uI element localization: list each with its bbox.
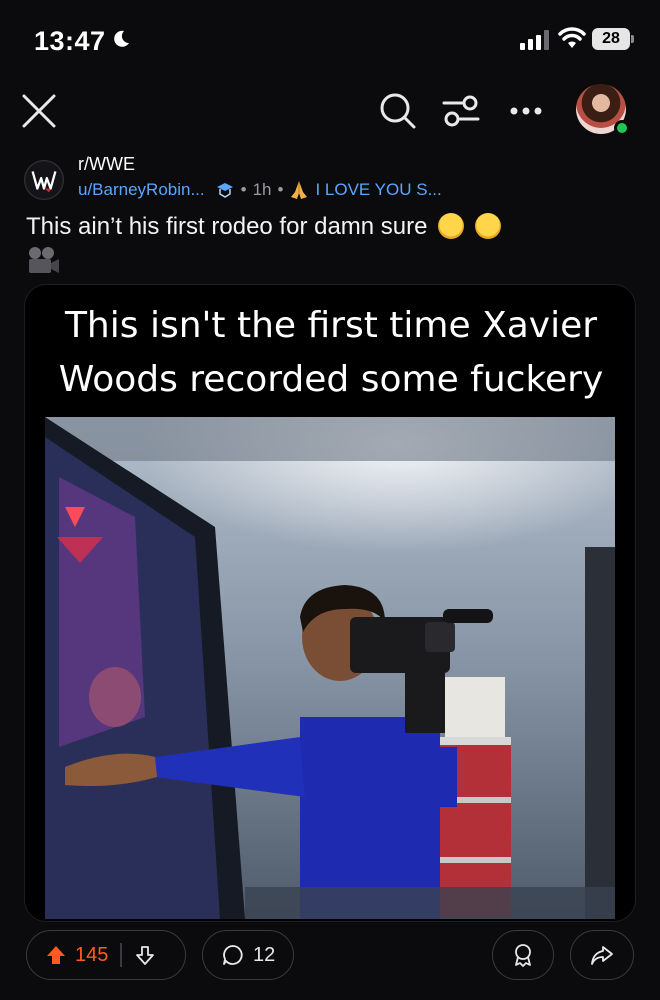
share-button[interactable] — [570, 930, 634, 980]
post-title-text: This ain’t his first rodeo for damn sure — [26, 213, 428, 240]
downvote-arrow-icon[interactable] — [134, 944, 156, 966]
post-title[interactable]: This ain’t his first rodeo for damn sure — [26, 212, 636, 276]
subreddit-icon[interactable] — [24, 160, 64, 200]
post-media[interactable]: This isn't the first time Xavier Woods r… — [24, 284, 636, 922]
crying-face-emoji-icon — [438, 213, 465, 239]
user-avatar-button[interactable] — [576, 84, 630, 138]
post-actions: 145 12 — [0, 930, 660, 982]
video-frame[interactable] — [45, 417, 615, 919]
comment-count: 12 — [253, 943, 276, 966]
online-status-dot — [614, 120, 630, 136]
post-toolbar — [0, 80, 660, 144]
share-arrow-icon — [591, 946, 613, 965]
comments-button[interactable]: 12 — [202, 930, 294, 980]
meta-separator: • — [277, 180, 284, 199]
post-meta: u/BarneyRobin... • 1h • I LOVE YOU S... — [78, 180, 442, 200]
media-caption-line: This isn't the first time Xavier — [64, 305, 598, 346]
user-flair: I LOVE YOU S... — [315, 180, 442, 199]
moon-icon — [114, 30, 129, 47]
tears-of-joy-emoji-icon — [474, 213, 501, 239]
status-bar: 13:47 28 — [0, 0, 660, 80]
vote-divider — [120, 943, 122, 967]
media-caption-line: Woods recorded some fuckery — [58, 359, 604, 400]
upvote-count: 145 — [75, 943, 109, 966]
wifi-icon — [558, 27, 586, 48]
battery-level: 28 — [592, 28, 630, 50]
meta-separator: • — [240, 180, 247, 199]
media-caption: This isn't the first time Xavier Woods r… — [25, 299, 635, 407]
award-icon — [515, 944, 531, 967]
user-badge-icon — [216, 183, 233, 198]
post-header: r/WWE u/BarneyRobin... • 1h • I LOVE YOU… — [24, 150, 634, 208]
comment-bubble-icon — [223, 945, 243, 965]
battery-indicator: 28 — [592, 28, 634, 50]
post-age: 1h — [252, 180, 272, 199]
filter-icon[interactable] — [440, 90, 482, 132]
upvote-arrow-icon[interactable] — [45, 944, 67, 966]
search-icon[interactable] — [377, 90, 419, 132]
praying-hands-icon — [291, 181, 308, 199]
award-button[interactable] — [492, 930, 554, 980]
battery-tip — [631, 35, 634, 43]
video-scene-image — [45, 417, 615, 919]
author-username[interactable]: u/BarneyRobin... — [78, 180, 205, 200]
signal-icon — [520, 30, 549, 50]
movie-camera-emoji-icon — [29, 247, 59, 273]
more-icon[interactable] — [505, 90, 547, 132]
subreddit-name[interactable]: r/WWE — [78, 154, 135, 175]
status-time: 13:47 — [34, 26, 106, 56]
close-icon[interactable] — [20, 92, 58, 130]
vote-control: 145 — [26, 930, 186, 980]
